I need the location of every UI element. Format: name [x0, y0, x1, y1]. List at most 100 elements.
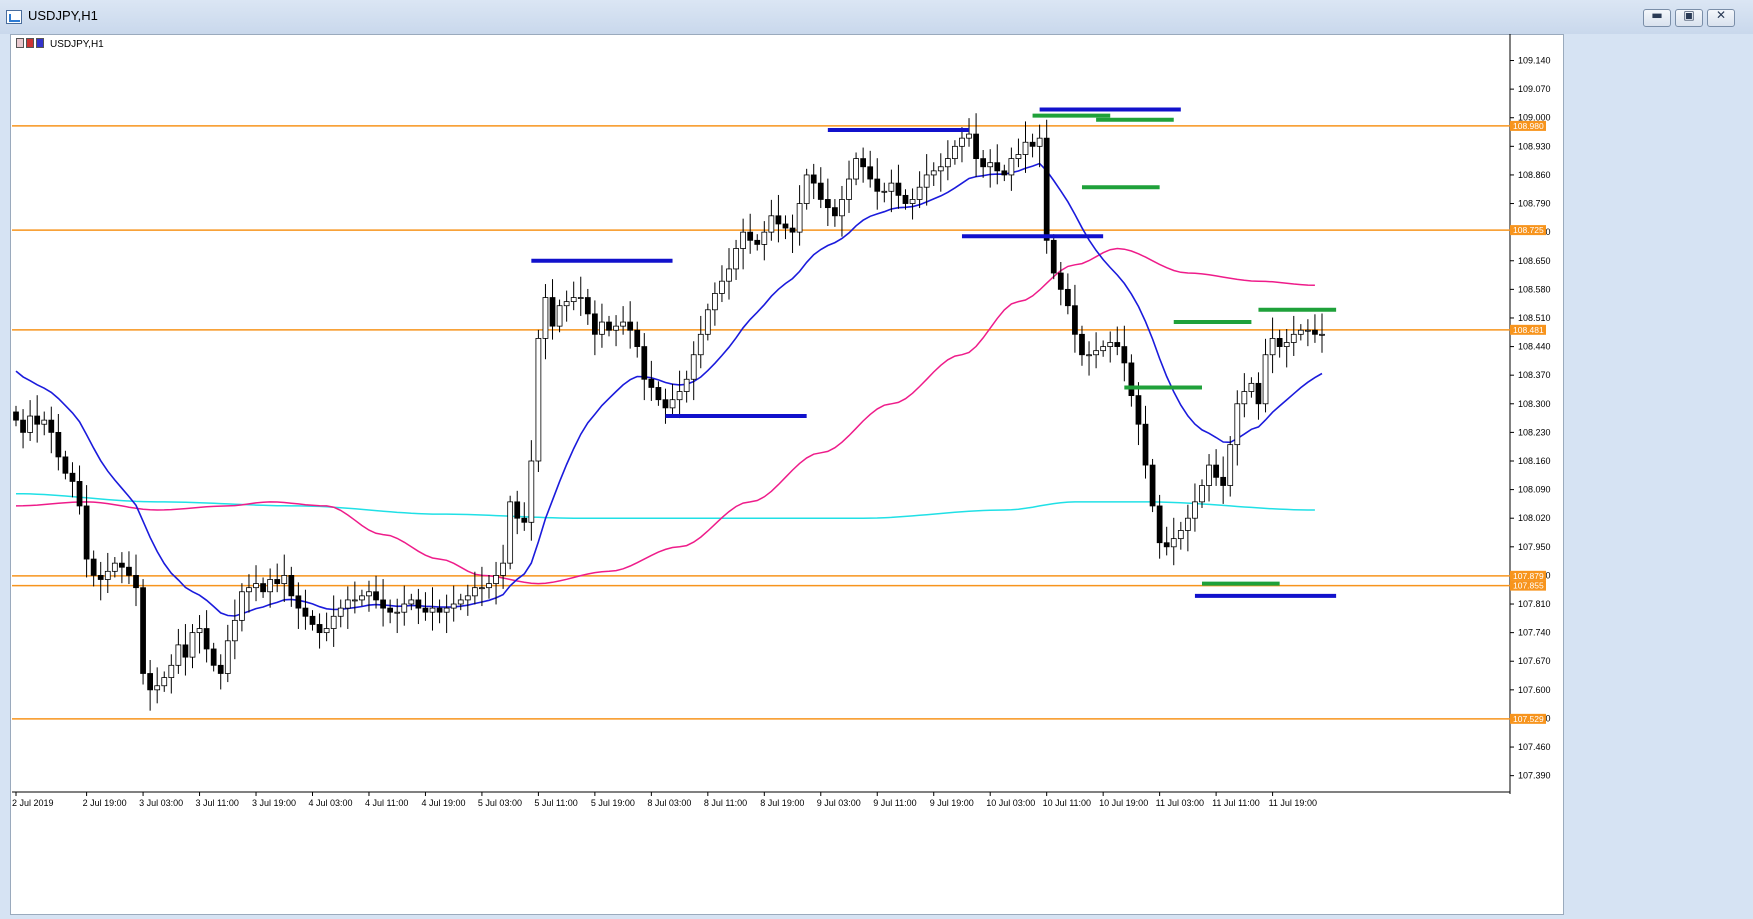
candle-body: [712, 293, 718, 311]
x-tick-label: 8 Jul 11:00: [704, 798, 747, 808]
candle-body: [817, 182, 824, 200]
candle-body: [937, 166, 944, 172]
candle-body: [479, 587, 485, 590]
candle-body: [1001, 170, 1008, 176]
candle-body: [1128, 362, 1135, 397]
y-tick-label: 107.390: [1518, 771, 1551, 781]
candle-body: [1312, 329, 1318, 335]
candle-body: [316, 624, 323, 634]
candle-body: [1114, 342, 1121, 347]
y-tick-label: 109.070: [1518, 84, 1551, 94]
y-tick-label: 108.090: [1518, 485, 1551, 495]
candle-body: [351, 599, 358, 602]
table-icon: [16, 38, 24, 48]
candle-body: [48, 419, 55, 433]
candle-body: [1234, 403, 1241, 446]
candle-body: [704, 309, 711, 335]
candle-body: [959, 137, 965, 147]
candle-body: [1100, 346, 1107, 352]
candle-body: [126, 566, 132, 576]
candle-body: [1177, 530, 1184, 540]
candle-body: [210, 648, 217, 666]
candle-body: [1276, 337, 1283, 347]
candle-body: [401, 603, 408, 613]
x-tick-label: 5 Jul 11:00: [534, 798, 577, 808]
y-tick-label: 107.810: [1518, 599, 1551, 609]
candle-body: [1072, 305, 1078, 335]
price-chart[interactable]: 109.140109.070109.000108.930108.860108.7…: [0, 0, 1753, 919]
candle-body: [1029, 141, 1036, 147]
candle-body: [41, 419, 48, 425]
candle-body: [69, 472, 76, 482]
candle-body: [1199, 485, 1205, 503]
candle-body: [330, 615, 337, 629]
candle-body: [422, 607, 429, 613]
x-tick-label: 9 Jul 11:00: [873, 798, 916, 808]
candle-body: [867, 166, 874, 180]
candle-body: [987, 162, 994, 168]
x-tick-label: 9 Jul 19:00: [930, 798, 974, 808]
candle-body: [97, 575, 104, 580]
candle-body: [1269, 337, 1276, 356]
candle-body: [881, 190, 888, 193]
candle-body: [719, 280, 725, 294]
x-tick-label: 9 Jul 03:00: [817, 798, 861, 808]
candle-body: [676, 391, 683, 401]
candle-body: [1319, 333, 1325, 336]
candle-body: [246, 587, 252, 593]
candle-body: [514, 501, 521, 519]
x-tick-label: 10 Jul 03:00: [986, 798, 1035, 808]
candle-body: [669, 399, 676, 409]
candle-body: [556, 305, 563, 327]
candle-body: [471, 587, 478, 597]
candle-body: [789, 227, 796, 233]
candle-body: [274, 579, 281, 584]
candle-body: [846, 178, 852, 200]
x-tick-label: 4 Jul 11:00: [365, 798, 408, 808]
candle-body: [493, 575, 499, 584]
candle-body: [1248, 382, 1255, 392]
candle-body: [408, 599, 415, 605]
candle-body: [1163, 542, 1170, 548]
candle-body: [387, 607, 394, 613]
candle-body: [1255, 382, 1262, 405]
candle-body: [359, 595, 365, 601]
y-tick-label: 108.790: [1518, 199, 1551, 209]
candle-body: [147, 673, 154, 691]
candle-body: [140, 587, 146, 674]
y-tick-label: 108.580: [1518, 284, 1551, 294]
candle-body: [528, 460, 535, 523]
candle-body: [1170, 538, 1177, 548]
y-tick-label: 108.020: [1518, 513, 1551, 523]
x-tick-label: 3 Jul 11:00: [196, 798, 239, 808]
candle-body: [747, 231, 754, 241]
candle-body: [189, 632, 196, 658]
bar-icon: [26, 38, 34, 48]
candle-body: [1184, 517, 1191, 531]
candle-body: [337, 607, 344, 617]
candle-body: [796, 203, 803, 233]
candle-body: [690, 354, 697, 380]
candle-body: [620, 321, 626, 327]
candle-body: [168, 664, 175, 678]
candle-body: [1022, 141, 1029, 155]
candle-body: [1305, 329, 1311, 332]
candle-body: [1227, 444, 1234, 486]
candle-body: [464, 595, 471, 601]
y-tick-label: 108.370: [1518, 370, 1551, 380]
candle-body: [323, 628, 330, 634]
candle-body: [570, 297, 577, 303]
candle-body: [952, 145, 958, 159]
candle-body: [803, 174, 810, 204]
candle-body: [549, 297, 556, 327]
candle-body: [507, 501, 514, 564]
x-tick-label: 3 Jul 19:00: [252, 798, 296, 808]
candle-body: [860, 158, 867, 168]
candle-body: [909, 199, 916, 204]
candle-body: [1262, 354, 1269, 405]
candle-body: [874, 178, 881, 192]
y-tick-label: 107.950: [1518, 542, 1551, 552]
candle-body: [281, 575, 288, 584]
candle-body: [20, 419, 26, 433]
candle-body: [83, 505, 90, 560]
